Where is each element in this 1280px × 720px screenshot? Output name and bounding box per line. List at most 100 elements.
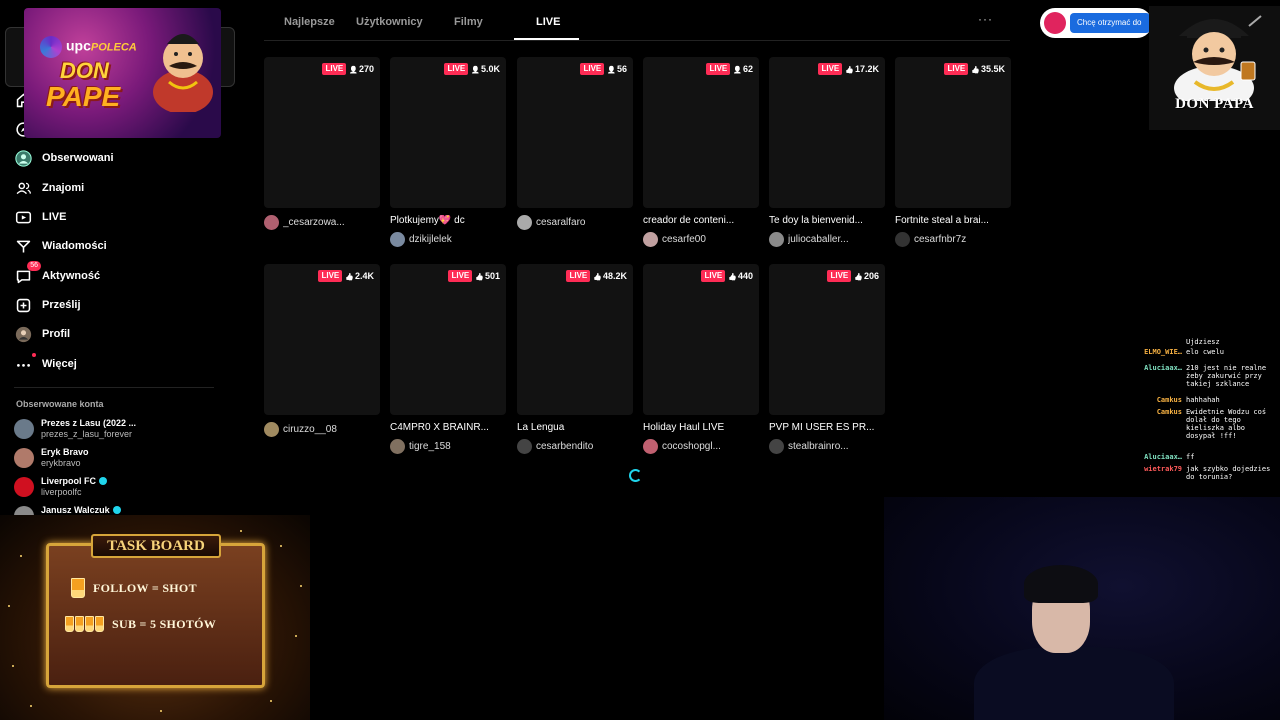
avatar	[264, 215, 279, 230]
chat-text: jak szybko dojedzies do torunia?	[1186, 465, 1271, 481]
live-author[interactable]: cocoshopgl...	[643, 439, 759, 454]
live-card[interactable]: LIVE 👍48.2K La Lengua cesarbendito	[517, 264, 633, 454]
sparkle	[12, 665, 14, 667]
avatar	[643, 439, 658, 454]
live-title[interactable]: creador de conteni...	[643, 215, 755, 228]
sidebar-item-profil[interactable]: Profil	[14, 322, 70, 346]
live-stats: 👤270	[349, 64, 374, 74]
live-badge: LIVE 👤5.0K	[444, 63, 500, 75]
live-thumbnail[interactable]: LIVE 👍17.2K	[769, 57, 885, 208]
live-badge: LIVE 👍17.2K	[818, 63, 879, 75]
live-thumbnail[interactable]: LIVE 👤56	[517, 57, 633, 208]
avatar	[769, 232, 784, 247]
person-icon: 👤	[607, 67, 616, 74]
account-name: Liverpool FC	[41, 476, 108, 487]
chat-text: ff	[1186, 453, 1195, 461]
followed-account[interactable]: Liverpool FC liverpoolfc	[14, 476, 108, 498]
live-thumbnail[interactable]: LIVE 👍206	[769, 264, 885, 415]
viewer-count: 270	[358, 64, 374, 74]
live-thumbnail[interactable]: LIVE 👤270	[264, 57, 380, 208]
live-title[interactable]: Plotkujemy💖 dc	[390, 215, 502, 228]
live-author[interactable]: stealbrainro...	[769, 439, 885, 454]
shot-glass-icon	[85, 616, 94, 632]
live-title[interactable]: C4MPR0 X BRAINR...	[390, 422, 502, 435]
live-card[interactable]: LIVE 👍501 C4MPR0 X BRAINR... tigre_158	[390, 264, 506, 454]
live-author[interactable]: cesaralfaro	[517, 215, 633, 230]
live-thumbnail[interactable]: LIVE 👍2.4K	[264, 264, 380, 415]
don-papa-logo: DON PAPA	[1149, 6, 1280, 130]
more-options-icon[interactable]: ···	[978, 12, 993, 26]
live-author[interactable]: cesarbendito	[517, 439, 633, 454]
followed-account[interactable]: Prezes z Lasu (2022 ... prezes_z_lasu_for…	[14, 418, 136, 440]
live-author[interactable]: tigre_158	[390, 439, 506, 454]
live-card[interactable]: LIVE 👍17.2K Te doy la bienvenid... juliocab…	[769, 57, 885, 247]
live-author[interactable]: ciruzzo__08	[264, 422, 380, 437]
tab-live[interactable]: LIVE	[536, 16, 560, 28]
person-icon: 👤	[471, 67, 480, 74]
chat-message: Aluciaax… ff	[1128, 453, 1278, 461]
live-stats: 👤62	[733, 64, 753, 74]
sidebar-item-aktywność[interactable]: 56 Aktywność	[14, 261, 100, 288]
live-card[interactable]: LIVE 👍206 PVP MI USER ES PR... stealbrainro…	[769, 264, 885, 454]
live-card[interactable]: LIVE 👤270 _cesarzowa...	[264, 57, 380, 230]
sparkle	[160, 710, 162, 712]
new-dot-indicator	[32, 353, 36, 357]
live-thumbnail[interactable]: LIVE 👍440	[643, 264, 759, 415]
tab-uzytkownicy[interactable]: Użytkownicy	[356, 16, 423, 28]
live-card[interactable]: LIVE 👍35.5K Fortnite steal a brai... cesarf…	[895, 57, 1011, 247]
sparkle	[20, 555, 22, 557]
live-thumbnail[interactable]: LIVE 👤62	[643, 57, 759, 208]
notification-subscribe-button[interactable]: Chcę otrzymać do	[1070, 13, 1150, 33]
followed-account-text: Prezes z Lasu (2022 ... prezes_z_lasu_for…	[41, 418, 136, 440]
account-handle: erykbravo	[41, 458, 81, 468]
live-title[interactable]: La Lengua	[517, 422, 629, 435]
live-thumbnail[interactable]: LIVE 👤5.0K	[390, 57, 506, 208]
live-author[interactable]: cesarfnbr7z	[895, 232, 1011, 247]
account-handle: liverpoolfc	[41, 487, 82, 497]
live-badge: LIVE 👤56	[580, 63, 627, 75]
chat-text: 210 jest nie realne żeby zakurwić przy t…	[1186, 364, 1267, 388]
live-author[interactable]: dzikijlelek	[390, 232, 506, 247]
sidebar-item-prześlij[interactable]: Prześlij	[14, 293, 81, 317]
task-board-title: TASK BOARD	[107, 538, 205, 554]
chat-message: ELMO_WIE… elo cwelu	[1128, 348, 1278, 356]
followed-account[interactable]: Eryk Bravo erykbravo	[14, 447, 89, 469]
tab-filmy[interactable]: Filmy	[454, 16, 483, 28]
tab-najlepsze[interactable]: Najlepsze	[284, 16, 335, 28]
chat-username: Aluciaax…	[1144, 453, 1182, 461]
live-author[interactable]: _cesarzowa...	[264, 215, 380, 230]
avatar	[517, 439, 532, 454]
live-card[interactable]: LIVE 👍440 Holiday Haul LIVE cocoshopgl...	[643, 264, 759, 454]
profile-avatar-icon	[14, 325, 32, 343]
live-badge: LIVE 👍440	[701, 270, 753, 282]
sidebar-item-znajomi[interactable]: Znajomi	[14, 176, 84, 200]
live-author[interactable]: cesarfe00	[643, 232, 759, 247]
live-author[interactable]: juliocaballer...	[769, 232, 885, 247]
verified-icon	[99, 477, 108, 485]
sidebar-item-live[interactable]: LIVE	[14, 205, 66, 229]
live-card[interactable]: LIVE 👤62 creador de conteni... cesarfe00	[643, 57, 759, 247]
viewer-count: 2.4K	[354, 271, 374, 281]
live-card[interactable]: LIVE 👤56 cesaralfaro	[517, 57, 633, 230]
thumbs-up-icon: 👍	[728, 274, 737, 281]
avatar	[390, 232, 405, 247]
author-name: juliocaballer...	[788, 234, 849, 245]
live-card[interactable]: LIVE 👍2.4K ciruzzo__08	[264, 264, 380, 437]
shot-glass-icon	[71, 578, 85, 598]
sidebar-item-wiadomości[interactable]: Wiadomości	[14, 234, 107, 258]
chat-text: Ujdziesz	[1186, 338, 1220, 346]
live-thumbnail[interactable]: LIVE 👍35.5K	[895, 57, 1011, 208]
live-title[interactable]: Te doy la bienvenid...	[769, 215, 881, 228]
task-sub: SUB = 5 SHOTÓW	[112, 616, 217, 631]
live-thumbnail[interactable]: LIVE 👍501	[390, 264, 506, 415]
sidebar-item-obserwowani[interactable]: Obserwowani	[14, 146, 114, 170]
verified-icon	[112, 506, 121, 514]
live-thumbnail[interactable]: LIVE 👍48.2K	[517, 264, 633, 415]
live-title[interactable]: Fortnite steal a brai...	[895, 215, 1007, 228]
live-title[interactable]: Holiday Haul LIVE	[643, 422, 755, 435]
notification-prompt: Chcę otrzymać do	[1040, 8, 1152, 38]
chat-username: Aluciaax…	[1144, 364, 1182, 372]
live-title[interactable]: PVP MI USER ES PR...	[769, 422, 881, 435]
live-card[interactable]: LIVE 👤5.0K Plotkujemy💖 dc dzikijlelek	[390, 57, 506, 247]
sidebar-item-więcej[interactable]: Więcej	[14, 352, 77, 376]
